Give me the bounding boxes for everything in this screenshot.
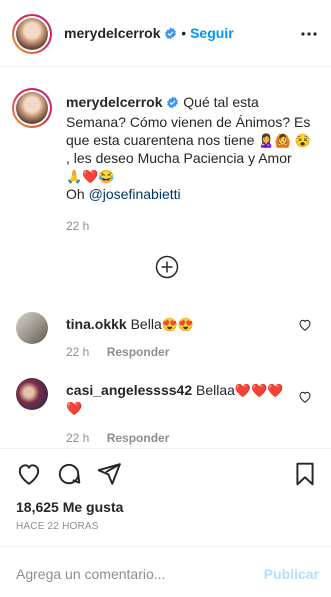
- action-bar: [0, 448, 331, 500]
- add-comment-bar: Agrega un comentario... Publicar: [0, 546, 331, 597]
- caption-emojis-3: 🙏❤️😂: [66, 169, 115, 184]
- caption-username[interactable]: merydelcerrok: [66, 94, 163, 110]
- author-username[interactable]: merydelcerrok: [64, 25, 161, 41]
- mention-link[interactable]: @josefinabietti: [89, 186, 181, 202]
- heart-icon[interactable]: [298, 390, 312, 404]
- caption-emoji-2: 😵: [294, 133, 311, 148]
- comment-avatar[interactable]: [16, 312, 48, 344]
- share-icon[interactable]: [96, 461, 122, 487]
- heart-icon[interactable]: [16, 461, 42, 487]
- caption-body-2: , les deseo Mucha Paciencia y Amor: [66, 150, 292, 166]
- more-icon[interactable]: [299, 24, 319, 44]
- comment-emojis: 😍😍: [161, 317, 195, 332]
- caption-emojis-1: 🙎‍♀️🙆: [258, 133, 291, 148]
- caption-body-3: Oh: [66, 186, 85, 202]
- caption-avatar[interactable]: [12, 88, 52, 128]
- comment-text: Bellaa: [196, 382, 235, 398]
- likes-count[interactable]: 18,625 Me gusta: [16, 499, 123, 515]
- verified-icon: [164, 27, 177, 43]
- comment-icon[interactable]: [56, 461, 82, 487]
- caption-time[interactable]: 22 h: [66, 217, 316, 235]
- bookmark-icon[interactable]: [292, 461, 318, 487]
- comment-text: Bella: [130, 316, 162, 332]
- comment-avatar[interactable]: [16, 378, 48, 410]
- comment-emojis-2: ❤️: [66, 401, 83, 416]
- header-separator: •: [181, 25, 187, 41]
- post-time[interactable]: HACE 22 HORAS: [16, 521, 99, 532]
- post-button[interactable]: Publicar: [264, 566, 319, 582]
- post-header: merydelcerrok • Seguir: [0, 0, 331, 67]
- author-avatar[interactable]: [12, 14, 52, 54]
- comment-username[interactable]: casi_angelessss42: [66, 382, 192, 398]
- caption-text: merydelcerrok Qué tal esta Semana? Cómo …: [66, 93, 316, 235]
- comment-input[interactable]: Agrega un comentario...: [16, 566, 165, 582]
- comment-item: tina.okkk Bella😍😍 22 h Responder: [16, 312, 316, 362]
- comment-emojis: ❤️❤️❤️: [234, 383, 284, 398]
- verified-icon: [166, 95, 179, 113]
- comment-item: casi_angelessss42 Bellaa❤️❤️❤️ ❤️ 22 h R…: [16, 378, 316, 448]
- follow-button[interactable]: Seguir: [190, 25, 234, 41]
- comment-time[interactable]: 22 h: [66, 345, 89, 359]
- comment-username[interactable]: tina.okkk: [66, 316, 127, 332]
- reply-button[interactable]: Responder: [107, 345, 170, 359]
- reply-button[interactable]: Responder: [107, 431, 170, 445]
- comment-time[interactable]: 22 h: [66, 431, 89, 445]
- heart-icon[interactable]: [298, 318, 312, 332]
- add-circle-icon[interactable]: [155, 255, 179, 279]
